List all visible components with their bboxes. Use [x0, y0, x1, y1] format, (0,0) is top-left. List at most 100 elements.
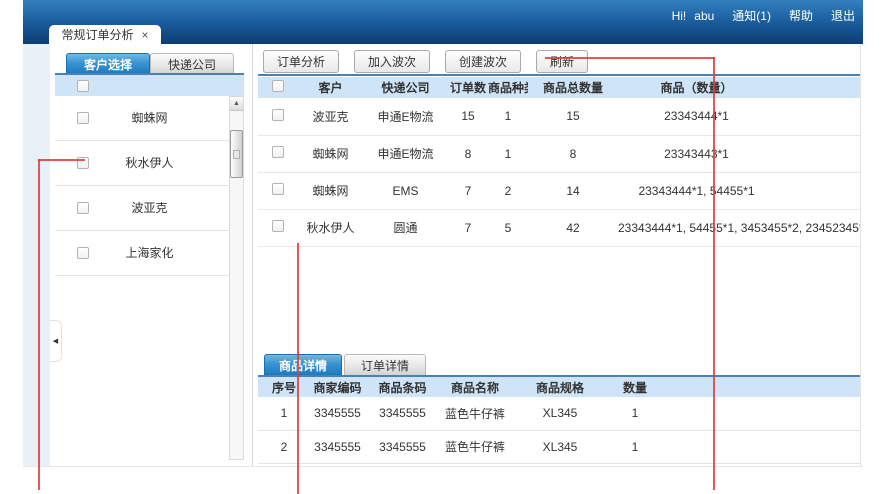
- greeting-text: Hi!: [672, 9, 687, 23]
- table-row[interactable]: 波亚克 申通E物流 15 1 15 23343444*1: [258, 98, 860, 135]
- create-wave-button[interactable]: 创建波次: [445, 50, 521, 73]
- cell-customer: 秋水伊人: [298, 209, 363, 246]
- customer-list-scrollbar[interactable]: ▲: [229, 96, 244, 460]
- row-checkbox[interactable]: [272, 146, 284, 158]
- col-customer: 客户: [298, 77, 363, 98]
- row-checkbox[interactable]: [272, 183, 284, 195]
- detail-header-row: 序号 商家编码 商品条码 商品名称 商品规格 数量: [258, 377, 860, 397]
- cell-spec: XL345: [510, 397, 610, 430]
- col-spec: 商品规格: [510, 377, 610, 397]
- col-merchant-code: 商家编码: [310, 377, 365, 397]
- annotation-line-vertical-right: [713, 57, 715, 490]
- collapse-arrow-icon: ◀: [53, 337, 58, 345]
- customer-list: 蜘蛛网 秋水伊人 波亚克 上海家化: [55, 96, 244, 276]
- orders-table: 客户 快递公司 订单数 商品种类 商品总数量 商品（数量） 波亚克 申通E物流 …: [258, 77, 860, 247]
- close-icon[interactable]: ×: [142, 29, 149, 41]
- cell-product-types: 2: [488, 172, 528, 209]
- customer-checkbox[interactable]: [77, 247, 89, 259]
- cell-merchant-code: 3345555: [310, 430, 365, 463]
- cell-index: 1: [258, 397, 310, 430]
- cell-merchant-code: 3345555: [310, 397, 365, 430]
- list-item[interactable]: 蜘蛛网: [55, 96, 244, 141]
- collapse-handle[interactable]: ◀: [50, 320, 62, 362]
- table-row[interactable]: 蜘蛛网 EMS 7 2 14 23343444*1, 54455*1: [258, 172, 860, 209]
- customer-checkbox[interactable]: [77, 112, 89, 124]
- cell-products: 23343444*1, 54455*1, 3453455*2, 23452345…: [618, 209, 860, 246]
- join-wave-button[interactable]: 加入波次: [354, 50, 430, 73]
- col-barcode: 商品条码: [365, 377, 440, 397]
- cell-courier: 申通E物流: [363, 98, 448, 135]
- panel-right-edge: [860, 44, 861, 466]
- cell-barcode: 3345555: [365, 430, 440, 463]
- page: Hi! abu 通知(1) 帮助 退出 常规订单分析 × ◀ 客户选择 快递公司…: [0, 0, 889, 494]
- annotation-line-vertical-middle: [297, 243, 299, 494]
- cell-order-count: 7: [448, 209, 488, 246]
- orders-select-all-checkbox[interactable]: [272, 80, 284, 92]
- orders-header-row: 客户 快递公司 订单数 商品种类 商品总数量 商品（数量）: [258, 77, 860, 98]
- tab-label: 常规订单分析: [61, 26, 133, 43]
- cell-total-quantity: 8: [528, 135, 618, 172]
- cell-customer: 蜘蛛网: [298, 172, 363, 209]
- table-row[interactable]: 蜘蛛网 申通E物流 8 1 8 23343443*1: [258, 135, 860, 172]
- table-row[interactable]: 2 3345555 3345555 蓝色牛仔裤 XL345 1: [258, 430, 860, 463]
- cell-product-types: 5: [488, 209, 528, 246]
- cell-spec: XL345: [510, 430, 610, 463]
- col-product-types: 商品种类: [488, 77, 528, 98]
- cell-total-quantity: 42: [528, 209, 618, 246]
- tab-courier-company[interactable]: 快递公司: [150, 53, 234, 74]
- col-quantity: 数量: [610, 377, 660, 397]
- table-row[interactable]: 1 3345555 3345555 蓝色牛仔裤 XL345 1: [258, 397, 860, 430]
- cell-customer: 波亚克: [298, 98, 363, 135]
- list-item[interactable]: 上海家化: [55, 231, 244, 276]
- cell-total-quantity: 14: [528, 172, 618, 209]
- scroll-up-icon[interactable]: ▲: [230, 97, 243, 111]
- col-index: 序号: [258, 377, 310, 397]
- cell-product-types: 1: [488, 135, 528, 172]
- list-item[interactable]: 波亚克: [55, 186, 244, 231]
- customer-checkbox[interactable]: [77, 202, 89, 214]
- table-row[interactable]: 秋水伊人 圆通 7 5 42 23343444*1, 54455*1, 3453…: [258, 209, 860, 246]
- tab-product-detail[interactable]: 商品详情: [264, 354, 342, 375]
- tab-order-analysis[interactable]: 常规订单分析 ×: [49, 25, 161, 44]
- cell-order-count: 8: [448, 135, 488, 172]
- notifications-link[interactable]: 通知(1): [732, 7, 771, 24]
- cell-quantity: 1: [610, 430, 660, 463]
- annotation-line-horizontal-left: [38, 159, 85, 161]
- scrollbar-thumb[interactable]: [230, 130, 243, 178]
- cell-total-quantity: 15: [528, 98, 618, 135]
- cell-product-name: 蓝色牛仔裤: [440, 430, 510, 463]
- cell-courier: 申通E物流: [363, 135, 448, 172]
- col-order-count: 订单数: [448, 77, 488, 98]
- tab-order-detail[interactable]: 订单详情: [344, 354, 426, 375]
- row-checkbox[interactable]: [272, 109, 284, 121]
- cell-quantity: 1: [610, 397, 660, 430]
- list-item[interactable]: 秋水伊人: [55, 141, 244, 186]
- help-link[interactable]: 帮助: [789, 7, 813, 24]
- annotation-line-vertical-left: [38, 159, 40, 490]
- product-detail-table: 序号 商家编码 商品条码 商品名称 商品规格 数量 1 3345555 3345…: [258, 377, 860, 464]
- select-all-checkbox[interactable]: [77, 80, 89, 92]
- panel-divider: [252, 44, 253, 466]
- cell-order-count: 15: [448, 98, 488, 135]
- logout-link[interactable]: 退出: [831, 7, 855, 24]
- cell-barcode: 3345555: [365, 397, 440, 430]
- cell-products: 23343444*1, 54455*1: [618, 172, 860, 209]
- scrollbar-grip: [233, 150, 240, 159]
- col-total-quantity: 商品总数量: [528, 77, 618, 98]
- refresh-button[interactable]: 刷新: [536, 50, 588, 73]
- tab-customer-select[interactable]: 客户选择: [66, 53, 150, 74]
- username-text: abu: [694, 9, 714, 23]
- toolbar-rule: [258, 74, 860, 76]
- col-courier: 快递公司: [363, 77, 448, 98]
- customer-list-header: [55, 75, 244, 96]
- cell-courier: 圆通: [363, 209, 448, 246]
- cell-product-types: 1: [488, 98, 528, 135]
- order-analyze-button[interactable]: 订单分析: [263, 50, 339, 73]
- user-greeting: Hi! abu: [672, 9, 715, 23]
- collapse-strip: [23, 44, 50, 466]
- topbar-links: Hi! abu 通知(1) 帮助 退出: [672, 7, 855, 24]
- row-checkbox[interactable]: [272, 220, 284, 232]
- cell-product-name: 蓝色牛仔裤: [440, 397, 510, 430]
- cell-index: 2: [258, 430, 310, 463]
- col-products: 商品（数量）: [618, 77, 860, 98]
